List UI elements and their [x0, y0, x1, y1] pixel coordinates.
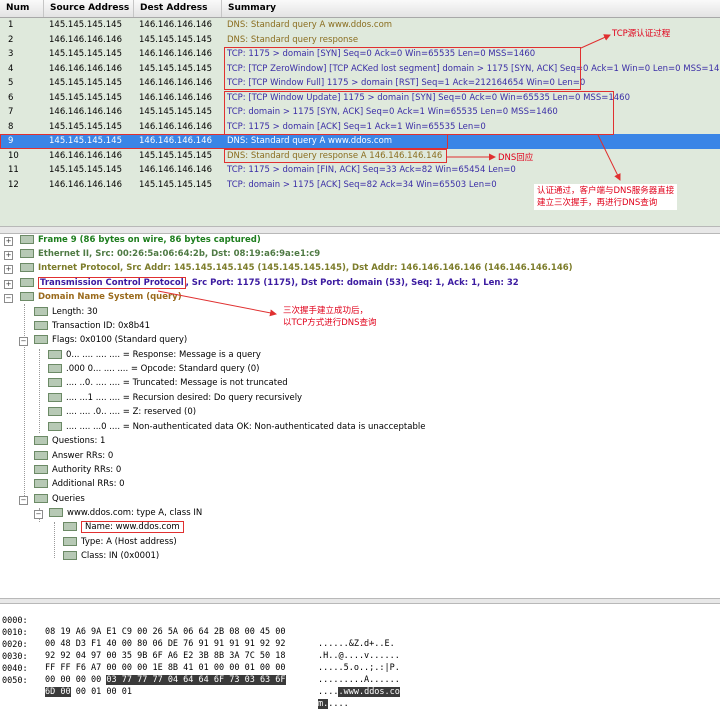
tree-node-icon [48, 364, 62, 373]
detail-flag-recursion[interactable]: .... ...1 .... .... = Recursion desired:… [48, 392, 302, 405]
detail-authority-rrs[interactable]: Authority RRs: 0 [34, 464, 121, 477]
hex-selection: 6D 00 [45, 687, 71, 697]
detail-flag-truncated[interactable]: .... ..0. .... .... = Truncated: Message… [48, 377, 288, 390]
detail-flag-opcode[interactable]: .000 0... .... .... = Opcode: Standard q… [48, 363, 260, 376]
detail-queries[interactable]: − Queries [19, 493, 85, 506]
hex-row[interactable]: 0000: 08 19 A6 9A E1 C9 00 26 5A 06 64 2… [0, 604, 720, 649]
collapse-toggle-icon[interactable]: − [19, 496, 28, 505]
detail-query-entry[interactable]: − www.ddos.com: type A, class IN [34, 507, 202, 520]
packet-details-pane: + Frame 9 (86 bytes on wire, 86 bytes cap… [0, 234, 720, 598]
annotation-arrow-handshake [157, 290, 277, 317]
hex-dump-pane: 0000: 08 19 A6 9A E1 C9 00 26 5A 06 64 2… [0, 604, 720, 709]
detail-flag-nonauth[interactable]: .... .... ...0 .... = Non-authenticated … [48, 421, 425, 434]
tree-node-icon [48, 393, 62, 402]
tree-node-icon [63, 522, 77, 531]
tree-node-icon [48, 422, 62, 431]
detail-additional-rrs[interactable]: Additional RRs: 0 [34, 478, 125, 491]
annotation-arrows [447, 34, 621, 181]
detail-flag-z[interactable]: .... .... .0.. .... = Z: reserved (0) [48, 406, 196, 419]
detail-questions[interactable]: Questions: 1 [34, 435, 105, 448]
hex-row[interactable]: 0050: 6D 00 00 01 00 01 m..... [0, 664, 720, 709]
tree-node-icon [34, 465, 48, 474]
packet-list-pane: Num Source Address Dest Address Summary … [0, 0, 720, 226]
ascii-selection: .www.ddos.co [338, 686, 400, 697]
detail-answer-rrs[interactable]: Answer RRs: 0 [34, 450, 113, 463]
tree-node-icon [49, 508, 63, 517]
tree-node-icon [34, 436, 48, 445]
query-name-highlight: Name: www.ddos.com [81, 521, 184, 533]
tree-node-icon [34, 479, 48, 488]
detail-query-class[interactable]: Class: IN (0x0001) [63, 550, 159, 563]
hex-row[interactable]: 0040: 00 00 00 00 03 77 77 77 04 64 64 6… [0, 652, 720, 697]
hex-row[interactable]: 0030: FF FF F6 A7 00 00 00 1E 8B 41 01 0… [0, 640, 720, 685]
collapse-toggle-icon[interactable]: − [34, 510, 43, 519]
hex-row[interactable]: 0010: 00 48 D3 F1 40 00 80 06 DE 76 91 9… [0, 616, 720, 661]
pane-splitter-top[interactable] [0, 226, 720, 234]
tree-node-icon [48, 378, 62, 387]
tree-node-icon [34, 451, 48, 460]
tree-node-icon [48, 407, 62, 416]
detail-query-name[interactable]: Name: www.ddos.com [63, 521, 184, 534]
hex-row[interactable]: 0020: 92 92 04 97 00 35 9B 6F A6 E2 3B 8… [0, 628, 720, 673]
tree-node-icon [63, 537, 77, 546]
tree-node-icon [34, 494, 48, 503]
tree-node-icon [63, 551, 77, 560]
detail-query-type[interactable]: Type: A (Host address) [63, 536, 177, 549]
ascii-selection: m. [318, 698, 329, 709]
